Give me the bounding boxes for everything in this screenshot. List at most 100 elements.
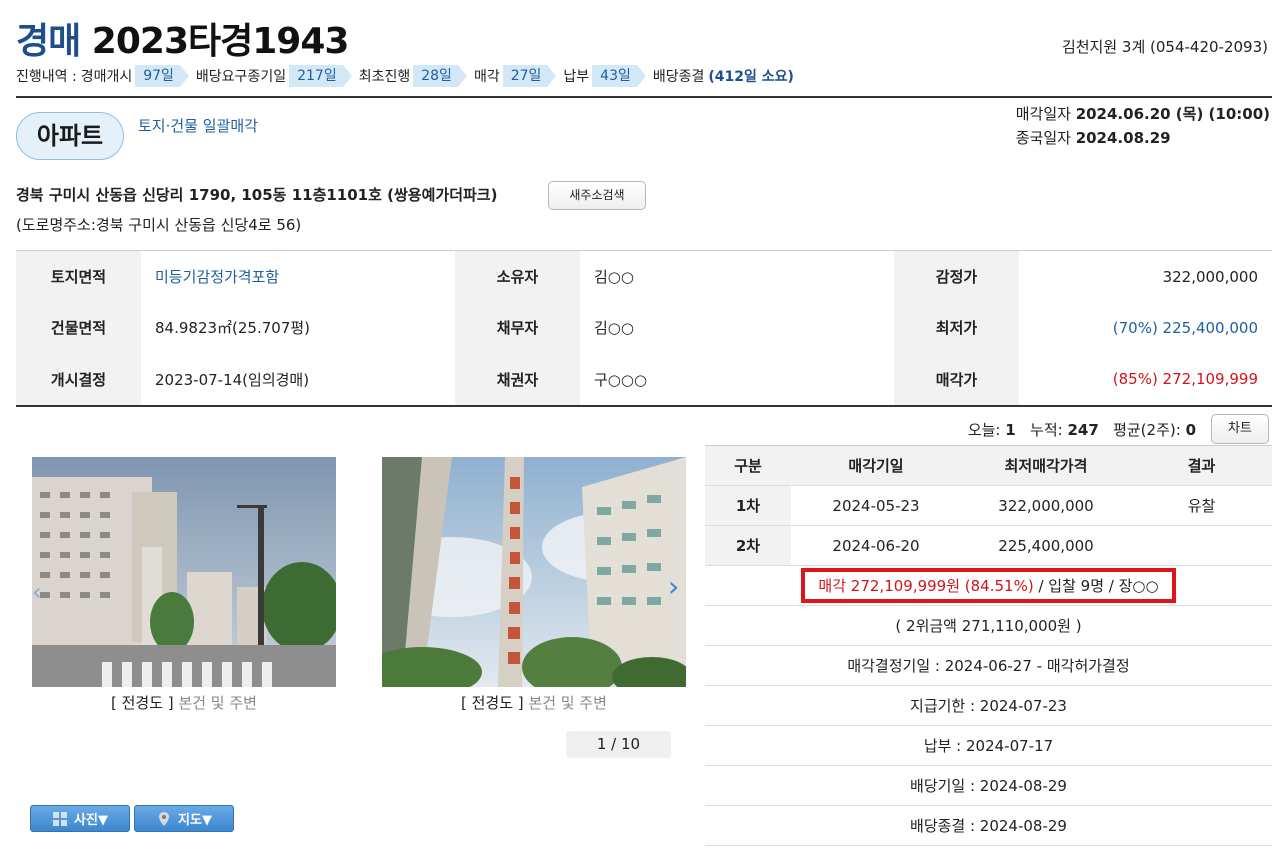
paid-row: 납부 : 2024-07-17 [705,725,1272,766]
property-photo[interactable] [382,457,686,687]
progress-end-label: 배당종결 [652,69,705,85]
min-price-label: 최저가 [894,302,1019,354]
history-header: 결과 [1131,445,1272,486]
appraisal-label: 감정가 [894,251,1019,303]
land-area-label: 토지면적 [16,251,141,303]
view-counter: 오늘: 1 누적: 247 평균(2주): 0 [968,419,1196,440]
progress-total: (412일 소요) [708,69,794,85]
start-decision-label: 개시결정 [16,353,141,405]
end-date-line: 종국일자 2024.08.29 [1016,126,1270,150]
history-date: 2024-05-23 [791,485,961,526]
progress-step: 매각 27일 [474,65,563,87]
end-date-label: 종국일자 [1015,129,1076,147]
dividend-end-row: 배당종결 : 2024-08-29 [705,805,1272,846]
photo-caption: [ 전경도 ] 본건 및 주변 [32,692,336,713]
photo-caption: [ 전경도 ] 본건 및 주변 [382,692,686,713]
auction-kind: 경매 [16,21,81,62]
dividend-end: 배당종결 : 2024-08-29 [705,805,1272,846]
progress-step-name: 배당요구종기일 [195,69,287,85]
history-header: 구분 [705,445,791,486]
sold-price-label: 매각가 [894,353,1019,405]
owner-value: 김○○ [594,268,634,287]
progress-step-days: 28일 [413,65,467,87]
chevron-left-icon[interactable]: ‹ [32,578,42,606]
map-pin-icon [159,811,170,826]
total-count: 247 [1067,421,1099,439]
grid-icon [53,811,68,826]
history-round: 1차 [705,485,791,526]
road-address: (도로명주소:경북 구미시 산동읍 신당4로 56) [16,216,302,234]
history-result: 유찰 [1131,485,1272,526]
chart-button[interactable]: 차트 [1211,414,1269,444]
avg-count: 0 [1185,421,1196,439]
progress-step-days: 43일 [592,65,646,87]
min-price-value: (70%) 225,400,000 [1112,318,1258,337]
photo-caption-desc: 본건 및 주변 [528,694,607,712]
history-header: 매각기일 [791,445,961,486]
case-number: 2023타경1943 [91,21,350,62]
info-row: 건물면적 84.9823㎡(25.707평) 채무자 김○○ 최저가 (70%)… [16,302,1272,354]
progress-step-days: 217일 [289,65,352,87]
sale-result-detail: / 입찰 9명 / 장○○ [1033,577,1159,595]
history-date: 2024-06-20 [791,525,961,566]
auction-dates: 매각일자 2024.06.20 (목) (10:00) 종국일자 2024.08… [1016,102,1270,150]
history-price: 225,400,000 [961,525,1131,566]
second-bid: ( 2위금액 271,110,000원 ) [705,605,1272,646]
dividend-date: 배당기일 : 2024-08-29 [705,765,1272,806]
new-address-search-button[interactable]: 새주소검색 [548,181,646,210]
second-bid-row: ( 2위금액 271,110,000원 ) [705,605,1272,646]
land-area-value[interactable]: 미등기감정가격포함 [141,251,455,302]
photo-caption-type: [ 전경도 ] [111,694,174,712]
info-row: 개시결정 2023-07-14(임의경매) 채권자 구○○○ 매각가 (85%)… [16,353,1272,405]
sale-decision: 매각결정기일 : 2024-06-27 - 매각허가결정 [705,645,1272,686]
progress-step: 배당요구종기일 217일 [196,65,359,87]
court-info: 김천지원 3계 (054-420-2093) [1061,38,1268,56]
sold-price-value: (85%) 272,109,999 [1112,370,1258,389]
building-area-label: 건물면적 [16,302,141,354]
chevron-right-icon[interactable]: › [668,570,679,603]
sale-result-price: 매각 272,109,999원 (84.51%) [818,577,1034,595]
property-photo[interactable] [32,457,336,687]
sale-result-cell: 매각 272,109,999원 (84.51%) / 입찰 9명 / 장○○ [705,565,1272,606]
progress-step: 납부 43일 [563,65,652,87]
creditor-label: 채권자 [455,353,580,405]
progress-step-name: 경매개시 [80,69,133,85]
dividend-date-row: 배당기일 : 2024-08-29 [705,765,1272,806]
property-type-badge: 아파트 [16,112,124,160]
end-date: 2024.08.29 [1075,129,1171,147]
photo-button-label: 사진▼ [74,813,108,828]
history-price: 322,000,000 [961,485,1131,526]
avg-label: 평균(2주): [1113,421,1186,439]
history-row: 2차 2024-06-20 225,400,000 [705,525,1272,566]
sale-result-highlight: 매각 272,109,999원 (84.51%) / 입찰 9명 / 장○○ [801,568,1176,603]
history-header: 최저매각가격 [961,445,1131,486]
sale-date-line: 매각일자 2024.06.20 (목) (10:00) [1016,102,1270,126]
progress-step: 경매개시 97일 [81,65,196,87]
progress-step-name: 납부 [563,69,590,85]
history-round: 2차 [705,525,791,566]
case-title: 경매 2023타경1943 [16,12,350,64]
header-divider [16,96,1272,98]
debtor-label: 채무자 [455,302,580,354]
appraisal-value: 322,000,000 [1162,267,1258,286]
map-button-label: 지도▼ [178,813,212,828]
owner-label: 소유자 [455,251,580,303]
photo-dropdown-button[interactable]: 사진▼ [30,805,130,832]
property-address: 경북 구미시 산동읍 신당리 1790, 105동 11층1101호 (쌍용예가… [16,186,498,204]
progress-step-name: 최초진행 [358,69,411,85]
decision-row: 매각결정기일 : 2024-06-27 - 매각허가결정 [705,645,1272,686]
building-area-value: 84.9823㎡(25.707평) [155,319,311,338]
map-dropdown-button[interactable]: 지도▼ [134,805,234,832]
debtor-value: 김○○ [594,319,634,338]
sale-method: 토지·건물 일괄매각 [138,117,258,135]
photo-caption-type: [ 전경도 ] [461,694,524,712]
start-decision-value: 2023-07-14(임의경매) [155,370,310,389]
progress-timeline: 진행내역 : 경매개시 97일 배당요구종기일 217일 최초진행 28일 매각… [16,65,794,87]
sale-date-label: 매각일자 [1015,105,1076,123]
progress-step: 최초진행 28일 [359,65,474,87]
sale-date: 2024.06.20 (목) (10:00) [1075,105,1270,123]
history-result [1131,525,1272,566]
property-info-table: 토지면적 미등기감정가격포함 소유자 김○○ 감정가 322,000,000 건… [16,250,1272,407]
sale-result-row: 매각 272,109,999원 (84.51%) / 입찰 9명 / 장○○ [705,565,1272,606]
history-header-row: 구분 매각기일 최저매각가격 결과 [705,445,1272,486]
